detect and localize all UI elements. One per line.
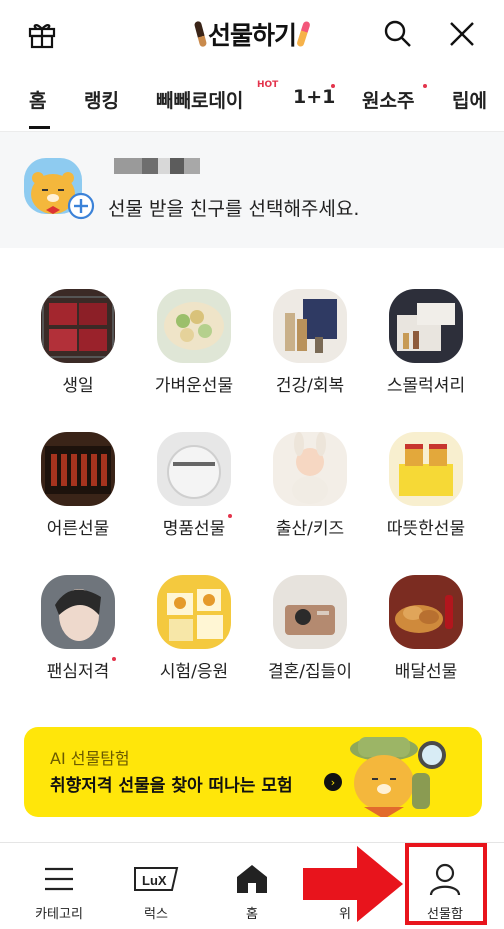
- category-fan-gift[interactable]: 팬심저격: [20, 575, 136, 682]
- ai-banner-subtitle: AI 선물탐험: [50, 749, 130, 768]
- tab-lip[interactable]: 립에: [452, 86, 487, 113]
- category-image: [273, 289, 347, 363]
- blurred-name: [114, 158, 200, 174]
- category-image: [157, 289, 231, 363]
- category-label: 어른선물: [46, 519, 110, 539]
- tab-bar: 홈 랭킹 빼빼로데이 HOT 1+1 원소주 립에: [0, 68, 504, 132]
- new-dot: [331, 84, 335, 88]
- category-delivery-gift[interactable]: 배달선물: [368, 575, 484, 682]
- new-dot: [423, 84, 427, 88]
- category-label: 시험/응원: [159, 662, 229, 682]
- new-dot: [228, 514, 233, 518]
- category-elder-gift[interactable]: 어른선물: [20, 432, 136, 539]
- tab-one-plus-one[interactable]: 1+1: [293, 84, 335, 108]
- ai-banner-title: 취향저격 선물을 찾아 떠나는 모험: [50, 776, 293, 796]
- category-light-gift[interactable]: 가벼운선물: [136, 289, 252, 396]
- category-luxury-gift[interactable]: 명품선물: [136, 432, 252, 539]
- nav-label: 럭스: [144, 907, 168, 922]
- nav-label: 카테고리: [35, 907, 83, 922]
- category-label: 건강/회복: [275, 376, 345, 396]
- stick-right-icon: [296, 20, 311, 48]
- category-image: [273, 432, 347, 506]
- category-label: 결혼/집들이: [268, 662, 352, 682]
- category-image: [389, 432, 463, 506]
- hot-badge: HOT: [257, 80, 279, 90]
- category-label: 배달선물: [394, 662, 458, 682]
- category-birth-kids[interactable]: 출산/키즈: [252, 432, 368, 539]
- close-icon[interactable]: [442, 14, 482, 54]
- category-image: [273, 575, 347, 649]
- category-label: 팬심저격: [47, 657, 117, 682]
- page-title: 선물하기: [0, 14, 504, 54]
- home-icon: [207, 859, 297, 899]
- highlight-box: [405, 843, 487, 925]
- friend-avatar[interactable]: [24, 156, 95, 220]
- category-exam-cheer[interactable]: 시험/응원: [136, 575, 252, 682]
- category-small-luxury[interactable]: 스몰럭셔리: [368, 289, 484, 396]
- category-label: 따뜻한선물: [386, 519, 466, 539]
- category-label: 스몰럭셔리: [386, 376, 466, 396]
- tab-pepero-day[interactable]: 빼빼로데이 HOT: [156, 80, 278, 113]
- category-label: 명품선물: [163, 514, 233, 539]
- new-dot: [112, 657, 117, 661]
- category-image: [389, 289, 463, 363]
- friend-prompt-text[interactable]: 선물 받을 친구를 선택해주세요.: [108, 194, 359, 221]
- nav-label: 홈: [246, 907, 258, 922]
- category-warm-gift[interactable]: 따뜻한선물: [368, 432, 484, 539]
- red-arrow-icon: [303, 846, 403, 922]
- category-image: [41, 289, 115, 363]
- tab-home[interactable]: 홈: [29, 86, 46, 113]
- menu-icon: [14, 859, 104, 899]
- header: 선물하기: [0, 0, 504, 68]
- category-image: [41, 575, 115, 649]
- title-text: 선물하기: [207, 21, 297, 50]
- search-icon[interactable]: [378, 14, 418, 54]
- active-tab-indicator: [29, 126, 50, 129]
- nav-category[interactable]: 카테고리: [14, 843, 104, 929]
- category-image: [157, 575, 231, 649]
- nav-lux[interactable]: LuX 럭스: [111, 843, 201, 929]
- ai-gift-explore-banner[interactable]: AI 선물탐험 취향저격 선물을 찾아 떠나는 모험 ›: [24, 727, 482, 817]
- svg-text:LuX: LuX: [142, 873, 167, 888]
- stick-left-icon: [193, 20, 208, 48]
- explorer-character-icon: [350, 737, 446, 817]
- category-label: 가벼운선물: [154, 376, 234, 396]
- category-health[interactable]: 건강/회복: [252, 289, 368, 396]
- category-image: [389, 575, 463, 649]
- tab-ranking[interactable]: 랭킹: [84, 86, 119, 113]
- category-birthday[interactable]: 생일: [20, 289, 136, 396]
- nav-home[interactable]: 홈: [207, 843, 297, 929]
- tab-wonsoju[interactable]: 원소주: [362, 84, 427, 113]
- category-wedding-housewarming[interactable]: 결혼/집들이: [252, 575, 368, 682]
- category-image: [157, 432, 231, 506]
- lux-icon: LuX: [111, 859, 201, 899]
- category-label: 출산/키즈: [275, 519, 345, 539]
- category-image: [41, 432, 115, 506]
- category-label: 생일: [62, 376, 94, 396]
